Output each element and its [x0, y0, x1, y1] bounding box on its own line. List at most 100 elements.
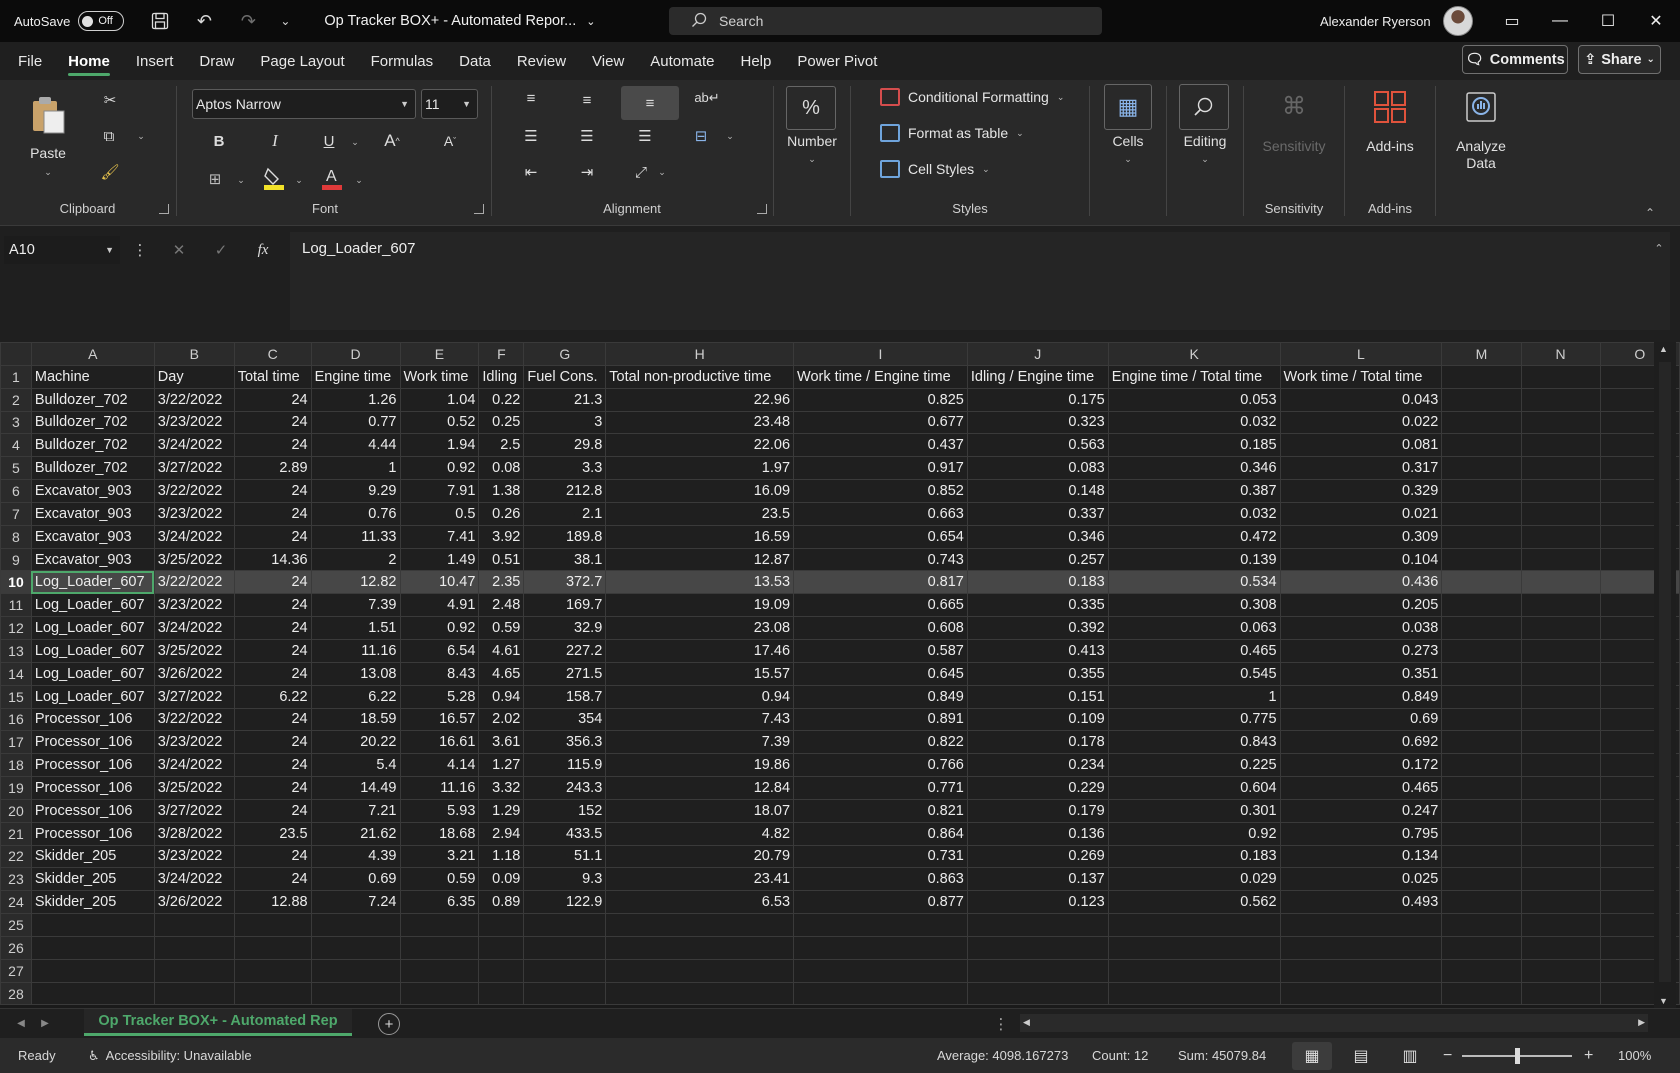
middle-align-icon[interactable]: ≡: [573, 86, 601, 114]
align-right-icon[interactable]: ☰: [631, 122, 659, 150]
cell[interactable]: [1520, 981, 1601, 1006]
cell[interactable]: 5.28: [399, 684, 480, 709]
cell[interactable]: 24: [233, 387, 312, 412]
cell[interactable]: 24: [233, 570, 312, 595]
cell[interactable]: 0.151: [966, 684, 1109, 709]
font-size-select[interactable]: 11 ▼: [421, 89, 478, 119]
cell[interactable]: Processor_106: [30, 753, 155, 778]
cell[interactable]: 0.104: [1279, 547, 1443, 572]
expand-formula-bar-icon[interactable]: ⌃: [1650, 240, 1668, 256]
cell[interactable]: [399, 913, 480, 937]
cell[interactable]: Fuel Cons.: [523, 364, 607, 389]
cell[interactable]: [1520, 547, 1601, 572]
cell[interactable]: [1279, 958, 1443, 983]
cell[interactable]: [793, 913, 968, 937]
cell[interactable]: Bulldozer_702: [30, 433, 155, 458]
cell[interactable]: 1.26: [310, 387, 401, 412]
merge-center-icon[interactable]: ⊟: [687, 122, 715, 150]
tab-draw[interactable]: Draw: [199, 42, 234, 80]
cell[interactable]: 0.337: [966, 501, 1109, 526]
cell[interactable]: 24: [233, 593, 312, 618]
orientation-icon[interactable]: ⤢: [627, 158, 655, 186]
tab-help[interactable]: Help: [741, 42, 772, 80]
cell[interactable]: 0.89: [478, 890, 525, 915]
cell[interactable]: 22.96: [605, 387, 795, 412]
zoom-in-icon[interactable]: +: [1584, 1038, 1593, 1073]
cell[interactable]: 0.148: [966, 479, 1109, 503]
cell[interactable]: 1.18: [478, 844, 525, 869]
cell[interactable]: 0.413: [966, 638, 1109, 663]
cell[interactable]: 0.51: [478, 547, 525, 572]
cell[interactable]: 0.234: [966, 753, 1109, 778]
status-count[interactable]: Count: 12: [1092, 1038, 1148, 1073]
cell[interactable]: [1441, 753, 1522, 778]
cell[interactable]: 0.59: [478, 616, 525, 640]
cell[interactable]: 0.69: [1279, 707, 1443, 732]
cell[interactable]: 372.7: [523, 570, 607, 595]
cell[interactable]: 0.26: [478, 501, 525, 526]
cell[interactable]: 0.179: [966, 798, 1109, 823]
cell[interactable]: [1441, 890, 1522, 915]
cell[interactable]: 32.9: [523, 616, 607, 640]
cell[interactable]: 3/28/2022: [153, 821, 235, 846]
cell[interactable]: 3/22/2022: [153, 570, 235, 595]
row-header[interactable]: 8: [0, 524, 32, 549]
cell[interactable]: [1441, 707, 1522, 732]
cell[interactable]: 0.038: [1279, 616, 1443, 640]
cell[interactable]: 0.822: [793, 730, 968, 755]
cell[interactable]: 0.183: [1107, 844, 1281, 869]
row-header[interactable]: 12: [0, 616, 32, 640]
cell[interactable]: 227.2: [523, 638, 607, 663]
column-header[interactable]: H: [605, 342, 795, 366]
column-header[interactable]: K: [1107, 342, 1281, 366]
cell[interactable]: 0.743: [793, 547, 968, 572]
cell[interactable]: 0.273: [1279, 638, 1443, 663]
cell[interactable]: 0.821: [793, 798, 968, 823]
cell[interactable]: 3/24/2022: [153, 616, 235, 640]
cell[interactable]: 24: [233, 661, 312, 686]
cell[interactable]: 1: [310, 456, 401, 481]
cell[interactable]: 1.27: [478, 753, 525, 778]
cell[interactable]: [153, 981, 235, 1006]
analyze-data-icon[interactable]: [1460, 86, 1502, 128]
tab-automate[interactable]: Automate: [650, 42, 714, 80]
cell[interactable]: 0.083: [966, 456, 1109, 481]
borders-icon[interactable]: ⊞: [202, 166, 228, 192]
prev-sheet-icon[interactable]: ◀: [14, 1013, 28, 1033]
cell[interactable]: 3/26/2022: [153, 661, 235, 686]
cell[interactable]: Log_Loader_607: [30, 661, 155, 686]
underline-icon[interactable]: U: [316, 128, 342, 154]
cell[interactable]: Log_Loader_607: [30, 684, 155, 709]
column-header[interactable]: D: [310, 342, 401, 366]
cell[interactable]: Excavator_903: [30, 479, 155, 503]
cell[interactable]: 0.94: [478, 684, 525, 709]
chevron-down-icon[interactable]: ⌄: [1197, 153, 1213, 165]
horizontal-scrollbar[interactable]: ◀ ▶: [1020, 1014, 1648, 1032]
autosave-toggle[interactable]: Off: [78, 11, 125, 31]
cell[interactable]: [793, 981, 968, 1006]
column-header[interactable]: L: [1279, 342, 1443, 366]
row-header[interactable]: 6: [0, 479, 32, 503]
increase-font-size-icon[interactable]: A ^: [378, 128, 406, 154]
cell[interactable]: 3/22/2022: [153, 707, 235, 732]
cell[interactable]: 0.891: [793, 707, 968, 732]
cell[interactable]: [1441, 638, 1522, 663]
cell[interactable]: 24: [233, 844, 312, 869]
font-name-select[interactable]: Aptos Narrow ▼: [192, 89, 416, 119]
cell[interactable]: [1520, 661, 1601, 686]
cell[interactable]: [1279, 913, 1443, 937]
cell[interactable]: 0.864: [793, 821, 968, 846]
cell[interactable]: 0.387: [1107, 479, 1281, 503]
cell[interactable]: 0.77: [310, 410, 401, 435]
user-account[interactable]: Alexander Ryerson: [1320, 0, 1473, 42]
next-sheet-icon[interactable]: ▶: [38, 1013, 52, 1033]
cell[interactable]: [30, 935, 155, 960]
cell[interactable]: 0.825: [793, 387, 968, 412]
row-header[interactable]: 16: [0, 707, 32, 732]
cell[interactable]: 122.9: [523, 890, 607, 915]
cell[interactable]: 0.465: [1279, 776, 1443, 800]
cell[interactable]: 0.465: [1107, 638, 1281, 663]
cell[interactable]: [1441, 844, 1522, 869]
cell[interactable]: 11.16: [310, 638, 401, 663]
cell[interactable]: 0.437: [793, 433, 968, 458]
